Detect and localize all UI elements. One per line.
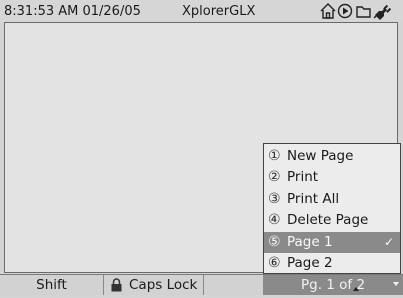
menu-item-label: Print All [287,190,340,207]
menu-item-label: Page 1 [287,233,333,250]
clock-date: 8:31:53 AM 01/26/05 [4,4,141,19]
lock-icon [110,278,123,298]
chevron-down-icon [393,282,399,286]
app-title: XplorerGLX [182,4,256,19]
page-indicator-button[interactable]: Pg. 1 of 2 [263,275,403,295]
home-icon[interactable] [320,3,336,19]
menu-item-page-2[interactable]: ⑥ Page 2 [264,253,400,274]
caps-lock-key[interactable]: Caps Lock [105,275,204,295]
softkey-bar: Shift Caps Lock Pg. 1 of 2 [0,274,403,295]
folder-icon[interactable] [356,6,371,18]
menu-item-number: ⑥ [268,254,281,271]
status-icons [319,2,401,20]
menu-item-delete-page[interactable]: ④ Delete Page [264,210,400,231]
menu-item-label: Print [287,169,319,186]
menu-item-page-1[interactable]: ⑤ Page 1 ✓ [264,231,400,253]
page-menu: ① New Page ② Print ③ Print All ④ Delete Page… [263,143,401,274]
play-icon[interactable] [337,3,353,19]
menu-item-number: ③ [268,190,281,207]
power-plug-icon [373,4,392,20]
caps-lock-label: Caps Lock [129,277,198,293]
menu-item-number: ① [268,148,281,164]
check-icon: ✓ [383,234,394,249]
up-arrow-icon [353,287,359,291]
menu-item-number: ② [268,169,281,186]
menu-item-new-page[interactable]: ① New Page [264,146,400,167]
menu-item-label: Page 2 [287,254,333,271]
menu-item-label: Delete Page [287,212,369,229]
menu-item-print-all[interactable]: ③ Print All [264,189,400,210]
menu-item-number: ④ [268,212,281,229]
menu-item-print[interactable]: ② Print [264,167,400,188]
menu-item-number: ⑤ [268,233,281,250]
menu-item-label: New Page [287,148,354,164]
status-bar: 8:31:53 AM 01/26/05 XplorerGLX [0,0,403,22]
shift-key[interactable]: Shift [0,275,104,295]
